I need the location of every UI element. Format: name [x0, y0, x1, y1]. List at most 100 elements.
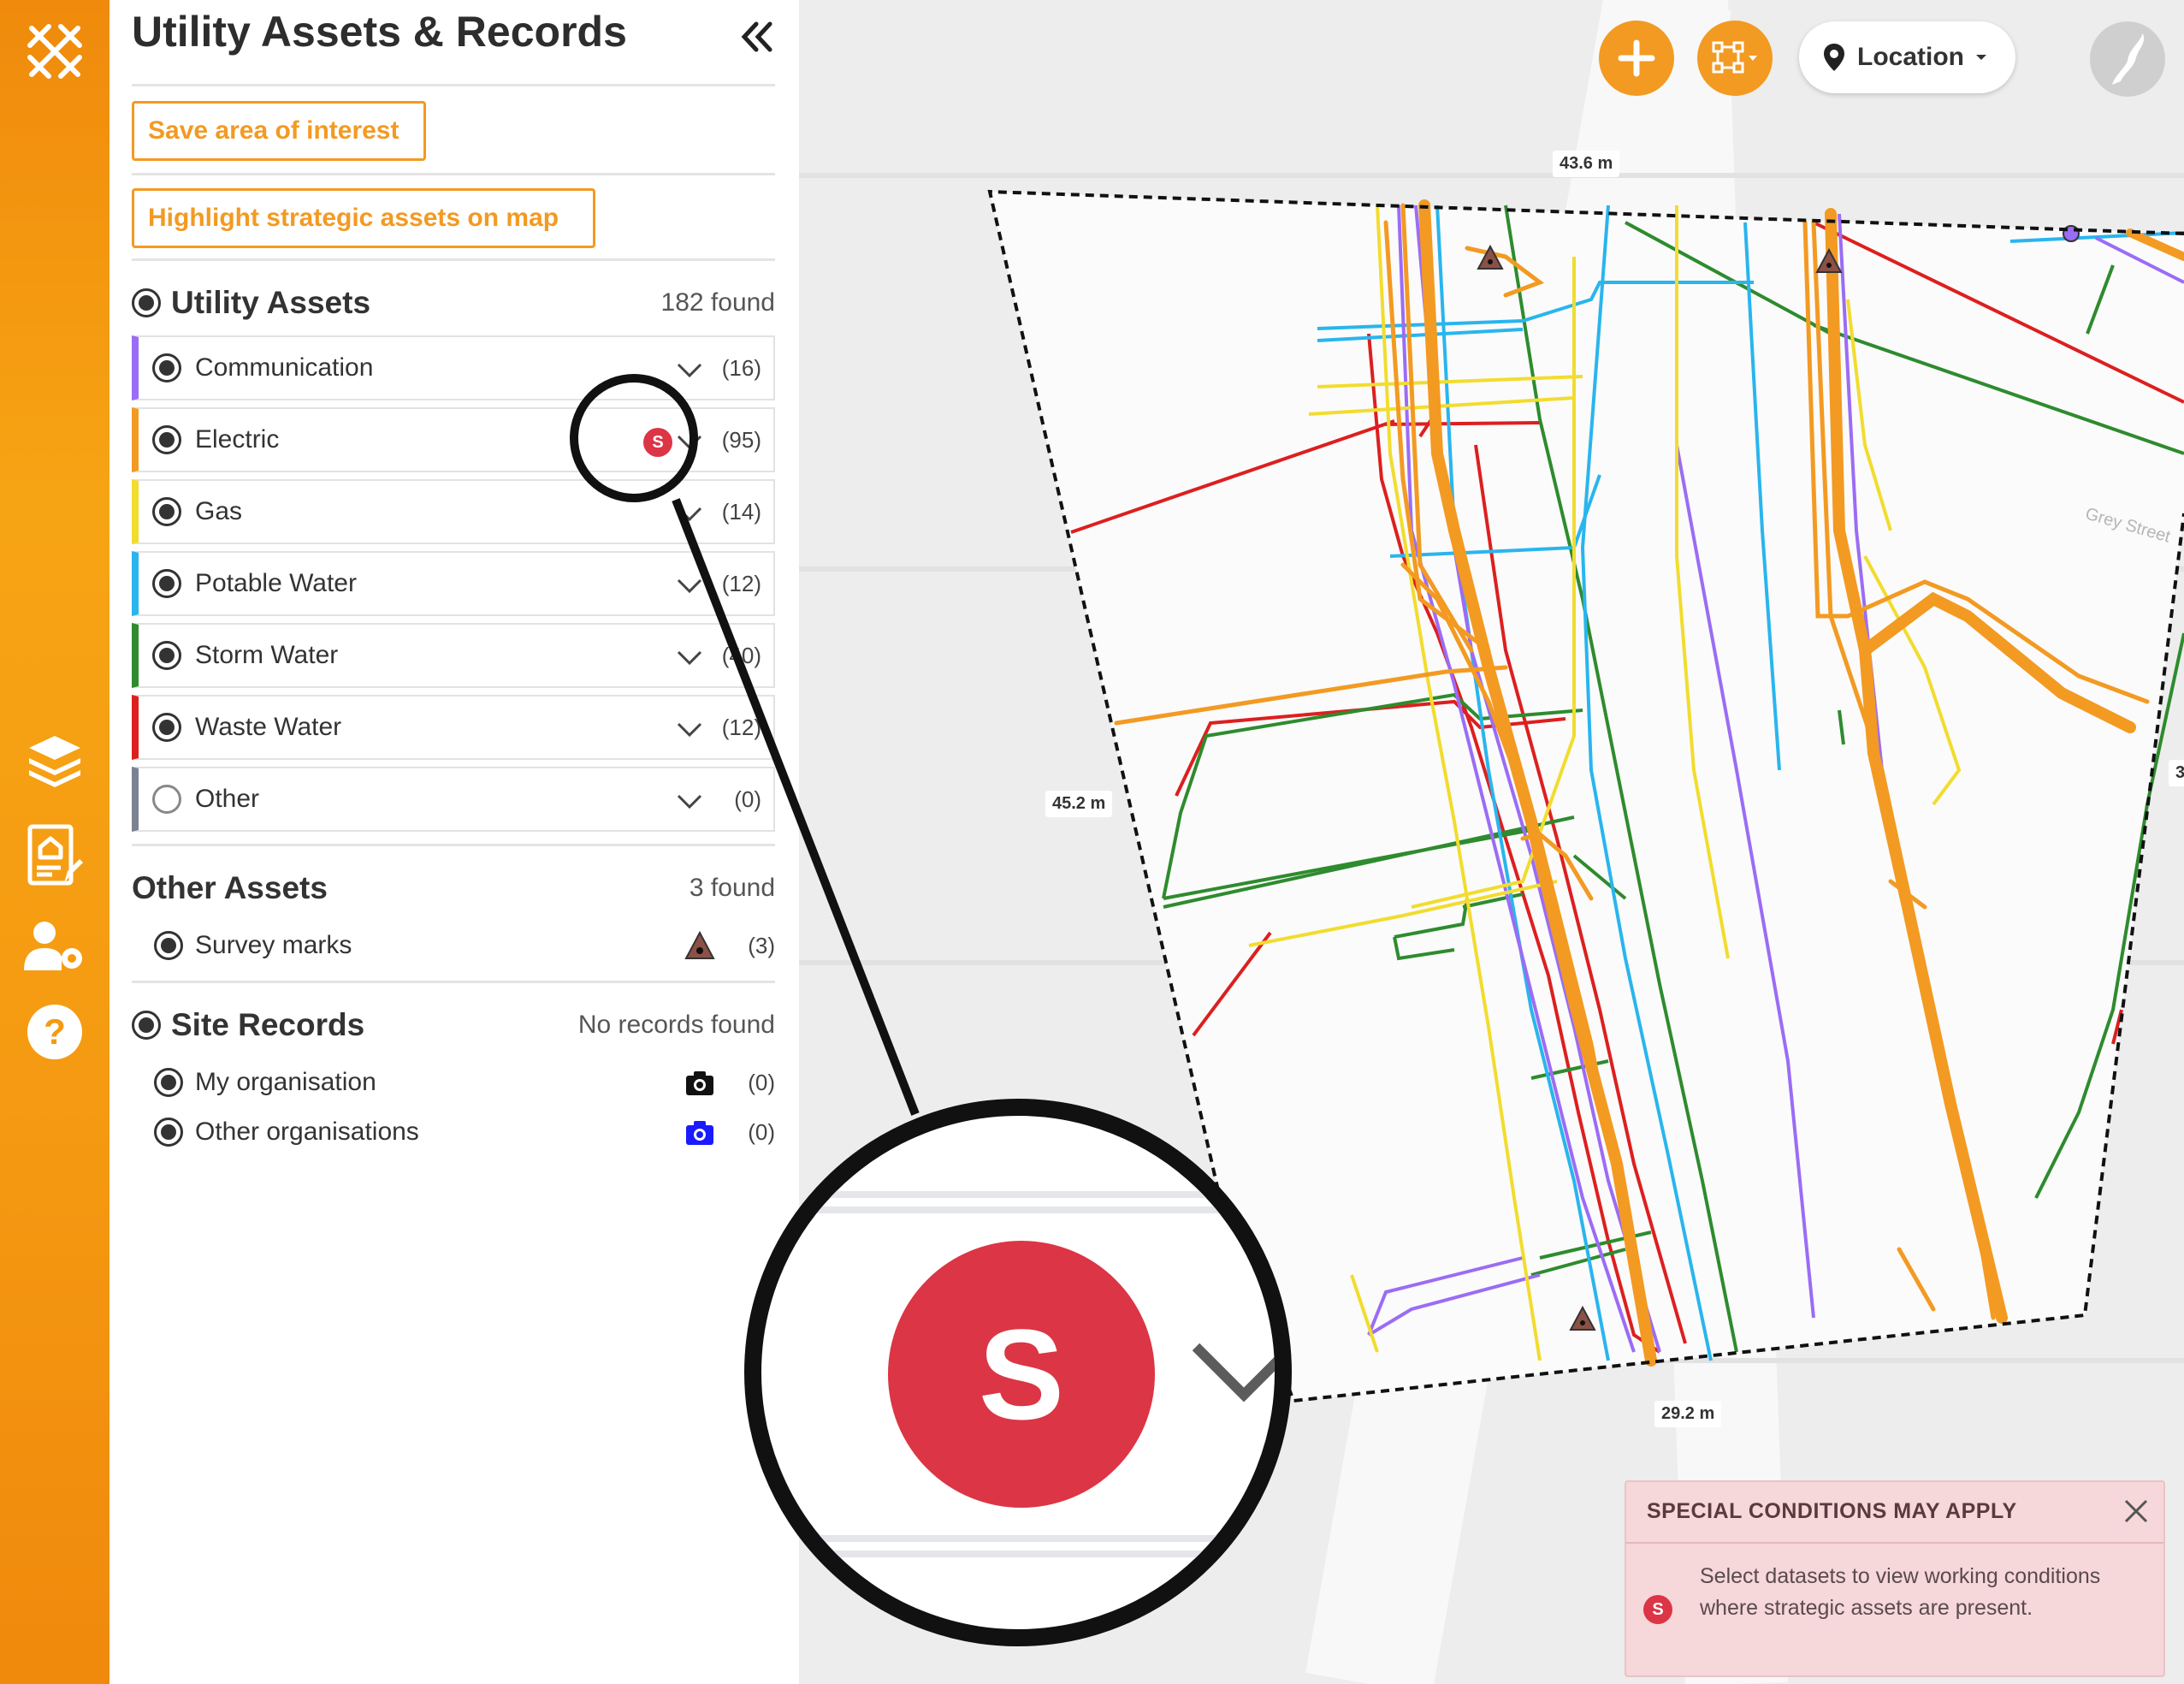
my-organisation-radio[interactable]	[154, 1068, 183, 1097]
site-records-edit-icon[interactable]	[19, 820, 91, 892]
select-area-icon	[1712, 41, 1757, 74]
north-compass-icon[interactable]	[2090, 21, 2165, 97]
category-row-other[interactable]: Other (0)	[132, 767, 775, 832]
category-label: Communication	[195, 353, 374, 382]
callout-highlight-circle	[570, 374, 698, 502]
category-row-communication[interactable]: Communication (16)	[132, 335, 775, 400]
item-count: (0)	[748, 1118, 775, 1145]
utility-assets-header[interactable]: Utility Assets 182 found	[132, 279, 775, 327]
user-settings-icon[interactable]	[19, 910, 91, 982]
category-radio[interactable]	[152, 425, 181, 454]
location-label: Location	[1857, 43, 1964, 71]
site-records-header[interactable]: Site Records No records found	[132, 1001, 775, 1049]
category-count: (16)	[721, 354, 761, 381]
item-label: Survey marks	[195, 931, 352, 959]
my-organisation-row[interactable]: My organisation (0)	[154, 1061, 775, 1104]
section-title: Utility Assets	[171, 285, 371, 320]
section-title: Other Assets	[132, 870, 328, 905]
survey-mark-triangle-icon	[684, 931, 715, 959]
divider	[132, 981, 775, 983]
camera-icon	[686, 1121, 713, 1145]
divider	[1626, 1542, 2163, 1544]
location-dropdown[interactable]: Location	[1799, 21, 2015, 93]
category-count: (95)	[721, 426, 761, 453]
measurement-label-top: 43.6 m	[1553, 151, 1620, 177]
category-count: (12)	[721, 570, 761, 596]
divider	[761, 1191, 1275, 1198]
map-pin-icon	[1824, 44, 1844, 71]
caret-down-icon	[1976, 55, 1986, 60]
category-label: Storm Water	[195, 641, 339, 669]
other-assets-header: Other Assets 3 found	[132, 864, 775, 912]
category-radio[interactable]	[152, 641, 181, 670]
item-label: My organisation	[195, 1068, 376, 1096]
category-count: (0)	[734, 786, 761, 812]
divider	[132, 844, 775, 846]
category-label: Other	[195, 785, 260, 813]
measurement-label-right: 3	[2169, 760, 2184, 786]
strategic-asset-badge: S	[1643, 1595, 1672, 1624]
survey-marks-row[interactable]: Survey marks (3)	[154, 924, 775, 967]
section-count: 3 found	[689, 874, 775, 902]
category-label: Potable Water	[195, 569, 357, 597]
category-radio[interactable]	[152, 497, 181, 526]
left-nav-rail: ?	[0, 0, 109, 1684]
category-radio[interactable]	[152, 785, 181, 814]
section-count: No records found	[577, 1011, 775, 1039]
help-icon[interactable]: ?	[19, 996, 91, 1068]
category-radio[interactable]	[152, 353, 181, 382]
highlight-strategic-assets-button[interactable]: Highlight strategic assets on map	[132, 188, 595, 248]
app-logo-icon[interactable]	[19, 15, 91, 87]
divider	[761, 1551, 1275, 1557]
category-radio[interactable]	[152, 569, 181, 598]
divider	[132, 258, 775, 261]
svg-text:?: ?	[44, 1011, 66, 1052]
chevron-down-icon	[1193, 1343, 1275, 1402]
other-organisations-row[interactable]: Other organisations (0)	[154, 1111, 775, 1153]
category-row-gas[interactable]: Gas (14)	[132, 479, 775, 544]
category-count: (14)	[721, 498, 761, 525]
chevron-down-icon[interactable]	[676, 787, 703, 815]
category-row-storm-water[interactable]: Storm Water (40)	[132, 623, 775, 688]
divider	[132, 84, 775, 86]
collapse-panel-icon[interactable]	[734, 14, 780, 60]
chevron-down-icon[interactable]	[676, 572, 703, 599]
category-label: Waste Water	[195, 713, 342, 741]
category-count: (40)	[721, 642, 761, 668]
plus-icon	[1618, 39, 1655, 77]
measurement-label-left: 45.2 m	[1045, 791, 1113, 817]
side-panel: Utility Assets & Records Save area of in…	[109, 0, 799, 1684]
utility-assets-radio[interactable]	[132, 288, 161, 317]
draw-area-button[interactable]	[1697, 21, 1773, 96]
toast-message: Select datasets to view working conditio…	[1700, 1564, 2101, 1620]
item-count: (0)	[748, 1069, 775, 1095]
other-organisations-radio[interactable]	[154, 1118, 183, 1147]
strategic-asset-badge: S	[888, 1241, 1155, 1508]
survey-marks-radio[interactable]	[154, 931, 183, 960]
item-label: Other organisations	[195, 1118, 419, 1146]
category-label: Gas	[195, 497, 243, 525]
divider	[132, 173, 775, 175]
save-area-button[interactable]: Save area of interest	[132, 101, 426, 161]
section-count: 182 found	[660, 288, 775, 317]
close-icon[interactable]	[2121, 1496, 2151, 1527]
item-count: (3)	[748, 932, 775, 958]
category-label: Electric	[195, 425, 280, 454]
layers-icon[interactable]	[19, 724, 91, 796]
divider	[761, 1535, 1275, 1542]
category-radio[interactable]	[152, 713, 181, 742]
chevron-down-icon[interactable]	[676, 643, 703, 671]
camera-icon	[686, 1071, 713, 1095]
category-row-waste-water[interactable]: Waste Water (12)	[132, 695, 775, 760]
site-records-radio[interactable]	[132, 1011, 161, 1040]
category-row-potable-water[interactable]: Potable Water (12)	[132, 551, 775, 616]
chevron-down-icon[interactable]	[676, 715, 703, 743]
chevron-down-icon[interactable]	[676, 500, 703, 527]
callout-magnifier: S	[744, 1099, 1292, 1646]
panel-title: Utility Assets & Records	[132, 8, 627, 56]
toast-title: SPECIAL CONDITIONS MAY APPLY	[1647, 1499, 2017, 1523]
measurement-label-bottom: 29.2 m	[1654, 1401, 1722, 1427]
special-conditions-toast: SPECIAL CONDITIONS MAY APPLY S Select da…	[1625, 1480, 2165, 1677]
chevron-down-icon[interactable]	[676, 356, 703, 383]
add-button[interactable]	[1599, 21, 1674, 96]
